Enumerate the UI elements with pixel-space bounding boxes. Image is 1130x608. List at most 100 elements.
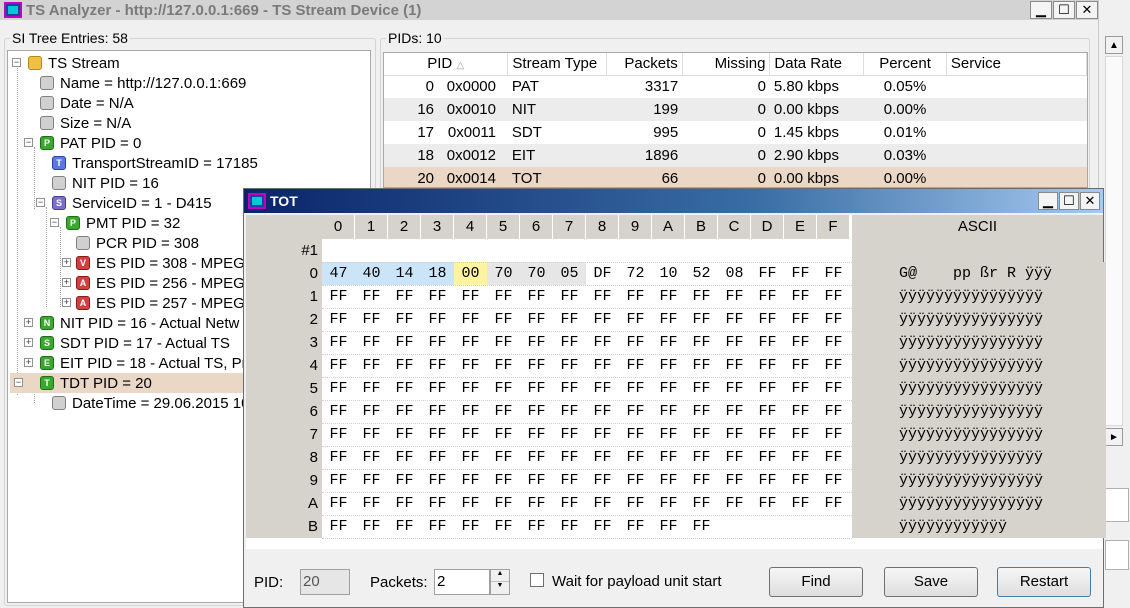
tree-item-size[interactable]: Size = N/A (40, 113, 131, 133)
hex-byte[interactable]: FF (487, 354, 520, 377)
hex-byte[interactable]: FF (817, 446, 850, 469)
find-button[interactable]: Find (769, 567, 863, 597)
hex-byte[interactable]: FF (322, 446, 355, 469)
hex-byte[interactable]: FF (784, 492, 817, 515)
scrollbar-track[interactable] (1105, 56, 1123, 426)
hex-byte[interactable]: FF (454, 492, 487, 515)
hex-byte[interactable]: FF (652, 446, 685, 469)
hex-byte[interactable]: FF (355, 515, 388, 538)
hex-byte[interactable]: FF (487, 492, 520, 515)
hex-byte[interactable]: 18 (421, 262, 454, 285)
hex-byte[interactable]: FF (586, 515, 619, 538)
pid-row[interactable]: 18 0x0012 EIT 1896 0 2.90 kbps 0.03% (384, 144, 1087, 167)
hex-byte[interactable]: FF (487, 331, 520, 354)
hex-byte[interactable]: FF (817, 331, 850, 354)
hex-byte[interactable]: 10 (652, 262, 685, 285)
packets-input[interactable]: 2 (434, 569, 490, 595)
maximize-button[interactable]: ☐ (1059, 192, 1079, 210)
maximize-button[interactable]: ☐ (1053, 1, 1075, 19)
hex-byte[interactable]: FF (718, 446, 751, 469)
hex-byte[interactable]: FF (421, 400, 454, 423)
hex-byte[interactable]: FF (388, 308, 421, 331)
hex-byte[interactable]: FF (388, 446, 421, 469)
stepper-down-icon[interactable]: ▼ (491, 582, 509, 594)
hex-byte[interactable]: FF (421, 285, 454, 308)
hex-byte[interactable]: FF (685, 492, 718, 515)
hex-byte[interactable]: FF (421, 423, 454, 446)
hex-byte[interactable]: FF (685, 469, 718, 492)
hex-byte[interactable]: FF (487, 515, 520, 538)
hex-byte[interactable]: FF (784, 331, 817, 354)
hex-byte[interactable]: FF (355, 285, 388, 308)
hex-byte[interactable]: FF (322, 423, 355, 446)
hex-byte[interactable]: FF (421, 354, 454, 377)
hex-byte[interactable]: 40 (355, 262, 388, 285)
hex-byte[interactable]: 52 (685, 262, 718, 285)
hex-byte[interactable]: FF (586, 377, 619, 400)
hex-byte[interactable]: FF (487, 423, 520, 446)
hex-byte[interactable]: FF (619, 423, 652, 446)
hex-byte[interactable]: FF (652, 423, 685, 446)
hex-byte[interactable]: FF (388, 515, 421, 538)
hex-byte[interactable]: FF (784, 400, 817, 423)
hex-byte[interactable]: FF (751, 262, 784, 285)
hex-byte[interactable]: FF (388, 377, 421, 400)
hex-byte[interactable]: FF (751, 423, 784, 446)
hex-byte[interactable]: FF (355, 469, 388, 492)
tree-item-tsid[interactable]: T TransportStreamID = 17185 (52, 153, 258, 173)
hex-byte[interactable]: FF (784, 377, 817, 400)
tree-item-service[interactable]: − S ServiceID = 1 - D415 (36, 193, 212, 213)
col-data-rate[interactable]: Data Rate (769, 53, 865, 76)
hex-byte[interactable]: FF (322, 469, 355, 492)
hex-byte[interactable]: FF (652, 308, 685, 331)
hex-byte[interactable]: FF (619, 492, 652, 515)
hex-byte[interactable]: FF (487, 308, 520, 331)
hex-byte[interactable]: FF (586, 308, 619, 331)
hex-byte[interactable]: FF (685, 354, 718, 377)
hex-byte[interactable]: FF (652, 331, 685, 354)
hex-byte[interactable]: FF (817, 354, 850, 377)
hex-byte[interactable]: FF (454, 308, 487, 331)
hex-byte[interactable]: FF (322, 308, 355, 331)
tree-item-nit-pid[interactable]: NIT PID = 16 (52, 173, 159, 193)
hex-byte[interactable]: FF (553, 308, 586, 331)
hex-byte[interactable]: FF (652, 469, 685, 492)
restart-button[interactable]: Restart (997, 567, 1091, 597)
hex-byte[interactable]: FF (421, 377, 454, 400)
hex-byte[interactable]: FF (487, 400, 520, 423)
hex-byte[interactable]: FF (718, 285, 751, 308)
hex-byte[interactable]: 14 (388, 262, 421, 285)
wait-checkbox[interactable] (530, 573, 544, 587)
pid-row[interactable]: 0 0x0000 PAT 3317 0 5.80 kbps 0.05% (384, 75, 1087, 98)
hex-byte[interactable]: FF (520, 308, 553, 331)
col-missing[interactable]: Missing (682, 53, 771, 76)
stepper-up-icon[interactable]: ▲ (491, 570, 509, 582)
hex-byte[interactable]: FF (322, 400, 355, 423)
hex-byte[interactable]: FF (388, 469, 421, 492)
hex-byte[interactable]: FF (652, 377, 685, 400)
pid-row-selected[interactable]: 20 0x0014 TOT 66 0 0.00 kbps 0.00% (384, 167, 1087, 187)
hex-byte[interactable]: FF (619, 331, 652, 354)
hex-byte[interactable]: FF (751, 377, 784, 400)
hex-byte[interactable]: FF (553, 515, 586, 538)
hex-byte[interactable]: FF (520, 331, 553, 354)
hex-byte[interactable]: FF (652, 285, 685, 308)
hex-byte[interactable]: FF (487, 469, 520, 492)
hex-byte[interactable]: FF (421, 492, 454, 515)
hex-byte[interactable]: FF (454, 400, 487, 423)
hex-byte[interactable]: FF (520, 469, 553, 492)
hex-byte[interactable]: FF (817, 492, 850, 515)
tree-item-pat[interactable]: − P PAT PID = 0 (24, 133, 141, 153)
hex-byte[interactable]: FF (784, 262, 817, 285)
hex-byte[interactable]: FF (553, 331, 586, 354)
hex-byte[interactable]: FF (751, 446, 784, 469)
hex-byte[interactable]: FF (586, 400, 619, 423)
hex-byte[interactable]: FF (355, 423, 388, 446)
hex-byte[interactable]: FF (421, 331, 454, 354)
hex-byte[interactable]: FF (322, 354, 355, 377)
hex-byte[interactable]: FF (685, 308, 718, 331)
tree-item-es-audio-1[interactable]: + A ES PID = 256 - MPEG A (62, 273, 258, 293)
hex-byte[interactable]: FF (322, 492, 355, 515)
hex-byte[interactable]: FF (487, 377, 520, 400)
hex-byte[interactable]: FF (619, 377, 652, 400)
